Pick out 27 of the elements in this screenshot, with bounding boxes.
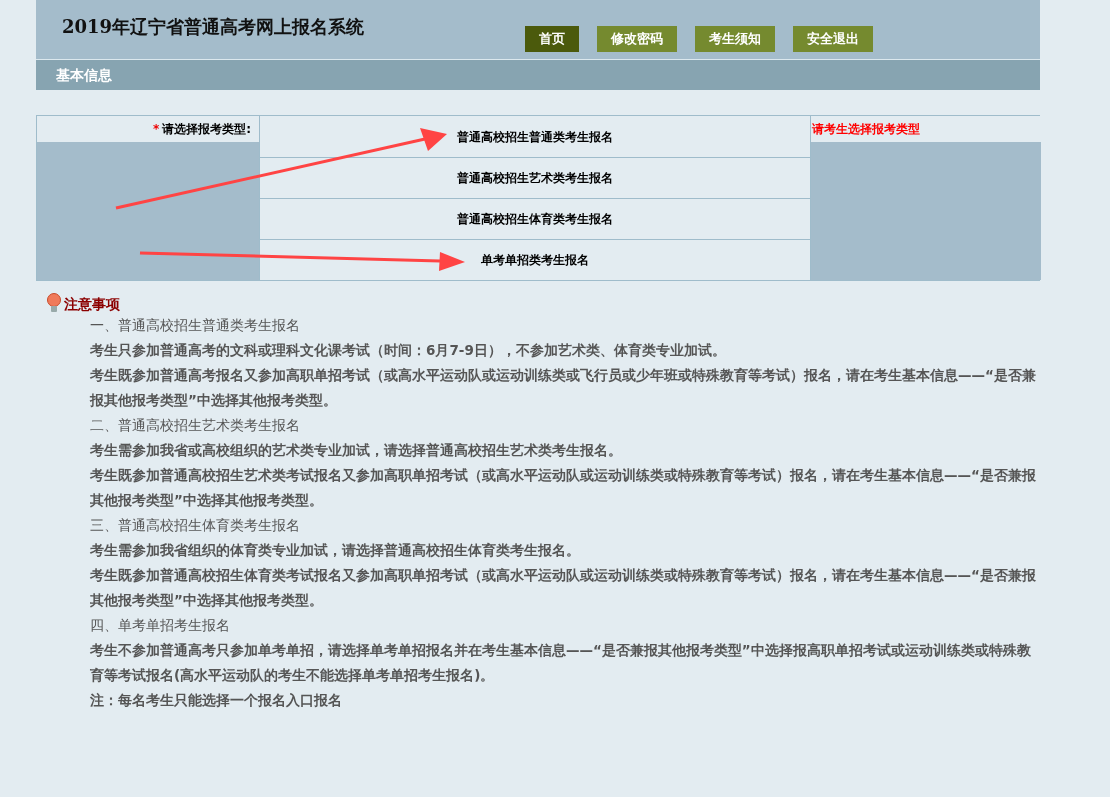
nav-button[interactable]: 安全退出 — [793, 26, 873, 52]
message-cell: 请考生选择报考类型 — [811, 116, 1041, 142]
note-heading: 四、单考单招考生报名 — [90, 616, 231, 635]
note-paragraph: 考生需参加我省或高校组织的艺术类专业加试，请选择普通高校招生艺术类考生报名。 — [90, 441, 623, 460]
system-title: 2019年辽宁省普通高考网上报名系统 — [62, 15, 365, 39]
note-paragraph: 注：每名考生只能选择一个报名入口报名 — [90, 691, 343, 710]
note-paragraph: 考生需参加我省组织的体育类专业加试，请选择普通高校招生体育类考生报名。 — [90, 541, 581, 560]
registration-type-option[interactable]: 普通高校招生普通类考生报名 — [259, 116, 811, 157]
section-title: 基本信息 — [56, 65, 112, 85]
registration-type-option[interactable]: 普通高校招生体育类考生报名 — [259, 198, 811, 239]
lightbulb-icon — [46, 293, 62, 315]
notes-title: 注意事项 — [64, 294, 120, 314]
registration-type-option[interactable]: 单考单招类考生报名 — [259, 239, 811, 280]
registration-type-option[interactable]: 普通高校招生艺术类考生报名 — [259, 157, 811, 198]
required-mark: * — [152, 121, 160, 138]
note-heading: 二、普通高校招生艺术类考生报名 — [90, 416, 301, 435]
note-paragraph: 考生既参加普通高校招生艺术类考试报名又参加高职单招考试（或高水平运动队或运动训练类或特殊教育等考试）报名，请在考生基本信息——“是否兼报其他报考类型”中选择其他报考类型。 — [90, 466, 1037, 510]
note-heading: 一、普通高校招生普通类考生报名 — [90, 316, 301, 335]
note-paragraph: 考生不参加普通高考只参加单考单招，请选择单考单招报名并在考生基本信息——“是否兼报其他报考类型”中选择报高职单招考试或运动训练类或特殊教育等考试报名(高水平运动队的考生不能选择单考单招考生报名)。 — [90, 641, 1032, 685]
field-label: 请选择报考类型: — [162, 121, 251, 138]
nav-button[interactable]: 考生须知 — [695, 26, 775, 52]
note-heading: 三、普通高校招生体育类考生报名 — [90, 516, 301, 535]
nav-button[interactable]: 首页 — [525, 26, 579, 52]
note-paragraph: 考生既参加普通高考报名又参加高职单招考试（或高水平运动队或运动训练类或飞行员或少年班或特殊教育等考试）报名，请在考生基本信息——“是否兼报其他报考类型”中选择其他报考类型。 — [90, 366, 1037, 410]
nav-button[interactable]: 修改密码 — [597, 26, 677, 52]
note-paragraph: 考生既参加普通高校招生体育类考试报名又参加高职单招考试（或高水平运动队或运动训练类或特殊教育等考试）报名，请在考生基本信息——“是否兼报其他报考类型”中选择其他报考类型。 — [90, 566, 1037, 610]
note-paragraph: 考生只参加普通高考的文科或理科文化课考试（时间：6月7-9日），不参加艺术类、体育类专业加试。 — [90, 341, 727, 360]
